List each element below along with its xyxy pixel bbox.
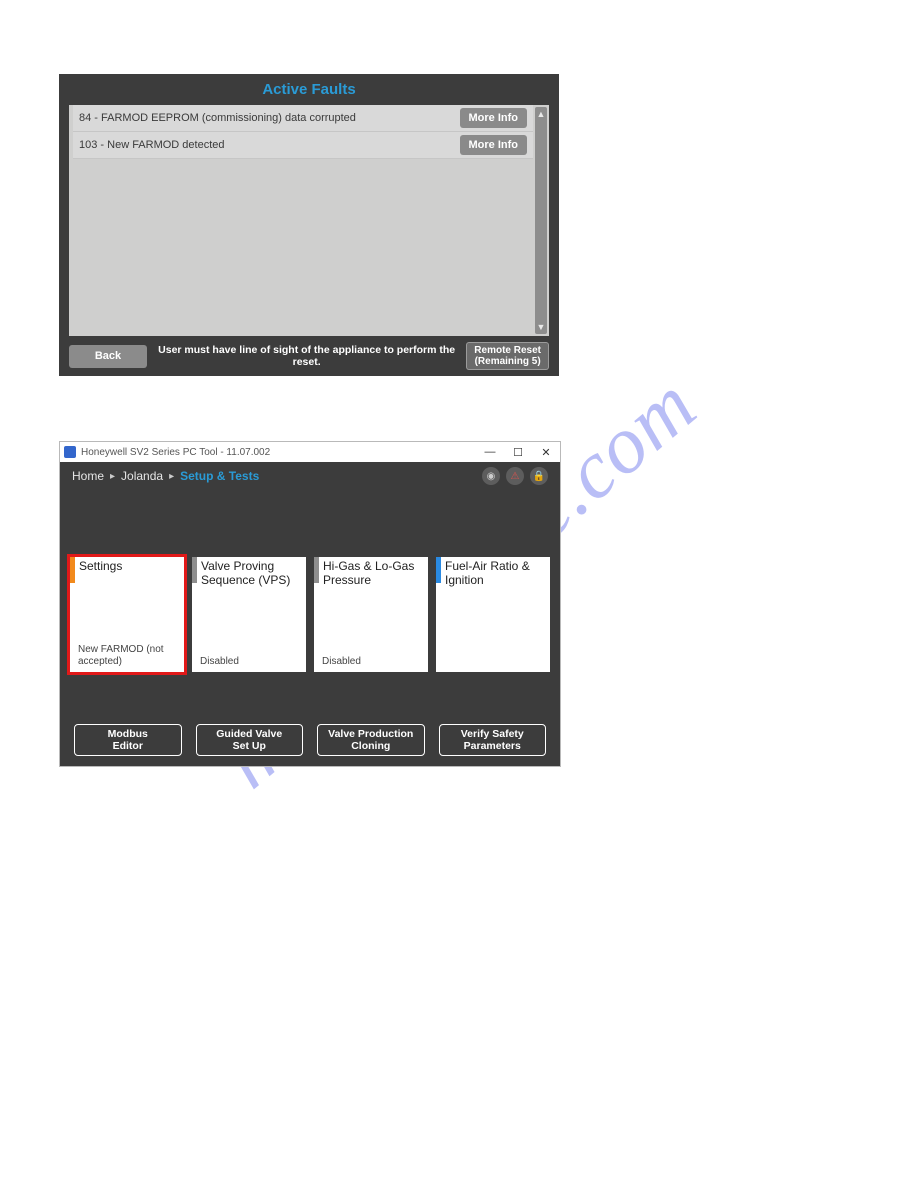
btn-line1: Verify Safety <box>461 728 524 740</box>
scroll-down-icon[interactable]: ▼ <box>535 320 547 334</box>
remote-reset-button[interactable]: Remote Reset (Remaining 5) <box>466 342 549 370</box>
guided-valve-setup-button[interactable]: Guided Valve Set Up <box>196 724 304 756</box>
card-title: Fuel-Air Ratio & Ignition <box>445 560 546 588</box>
reset-notice: User must have line of sight of the appl… <box>157 344 456 368</box>
modbus-editor-button[interactable]: Modbus Editor <box>74 724 182 756</box>
btn-line2: Parameters <box>464 740 521 752</box>
verify-safety-parameters-button[interactable]: Verify Safety Parameters <box>439 724 547 756</box>
panel-title: Active Faults <box>59 81 559 98</box>
fault-row: 84 - FARMOD EEPROM (commissioning) data … <box>73 105 533 132</box>
scrollbar[interactable]: ▲ ▼ <box>535 107 547 334</box>
card-accent <box>436 557 441 583</box>
card-accent <box>314 557 319 583</box>
scroll-up-icon[interactable]: ▲ <box>535 107 547 121</box>
card-accent <box>192 557 197 583</box>
btn-line2: Cloning <box>351 740 390 752</box>
fault-text: 103 - New FARMOD detected <box>79 139 460 151</box>
btn-line2: Editor <box>113 740 143 752</box>
remote-reset-line2: (Remaining 5) <box>475 356 541 367</box>
alert-icon[interactable]: ⚠ <box>506 467 524 485</box>
cards-row: Settings New FARMOD (not accepted) Valve… <box>70 557 550 672</box>
camera-icon[interactable]: ◉ <box>482 467 500 485</box>
card-fuel-air[interactable]: Fuel-Air Ratio & Ignition <box>436 557 550 672</box>
btn-line2: Set Up <box>233 740 266 752</box>
card-status: Disabled <box>200 656 302 668</box>
btn-line1: Modbus <box>108 728 148 740</box>
card-status: New FARMOD (not accepted) <box>78 644 180 667</box>
faults-list-container: 84 - FARMOD EEPROM (commissioning) data … <box>69 105 549 336</box>
minimize-button[interactable]: — <box>476 442 504 462</box>
lock-icon[interactable]: 🔒 <box>530 467 548 485</box>
btn-line1: Guided Valve <box>216 728 282 740</box>
more-info-button[interactable]: More Info <box>460 108 528 128</box>
valve-production-cloning-button[interactable]: Valve Production Cloning <box>317 724 425 756</box>
fault-text: 84 - FARMOD EEPROM (commissioning) data … <box>79 112 460 124</box>
panel-footer: Back User must have line of sight of the… <box>69 341 549 371</box>
breadcrumb-current: Setup & Tests <box>180 469 259 483</box>
card-title: Valve Proving Sequence (VPS) <box>201 560 302 588</box>
btn-line1: Valve Production <box>328 728 413 740</box>
window-title: Honeywell SV2 Series PC Tool - 11.07.002 <box>81 447 270 458</box>
chevron-right-icon: ▸ <box>169 471 174 482</box>
card-settings[interactable]: Settings New FARMOD (not accepted) <box>70 557 184 672</box>
card-title: Hi-Gas & Lo-Gas Pressure <box>323 560 424 588</box>
more-info-button[interactable]: More Info <box>460 135 528 155</box>
breadcrumb-home[interactable]: Home <box>72 469 104 483</box>
chevron-right-icon: ▸ <box>110 471 115 482</box>
window-titlebar: Honeywell SV2 Series PC Tool - 11.07.002… <box>60 442 560 463</box>
app-icon <box>64 446 76 458</box>
setup-tests-window: Honeywell SV2 Series PC Tool - 11.07.002… <box>59 441 561 767</box>
bottom-button-bar: Modbus Editor Guided Valve Set Up Valve … <box>74 724 546 756</box>
back-button[interactable]: Back <box>69 345 147 368</box>
window-body: Home ▸ Jolanda ▸ Setup & Tests ◉ ⚠ 🔒 Set… <box>60 462 560 766</box>
card-accent <box>70 557 75 583</box>
breadcrumb: Home ▸ Jolanda ▸ Setup & Tests ◉ ⚠ 🔒 <box>60 462 560 490</box>
card-status: Disabled <box>322 656 424 668</box>
maximize-button[interactable]: ☐ <box>504 442 532 462</box>
close-button[interactable]: ✕ <box>532 442 560 462</box>
active-faults-panel: Active Faults 84 - FARMOD EEPROM (commis… <box>59 74 559 376</box>
breadcrumb-device[interactable]: Jolanda <box>121 469 163 483</box>
card-gas-pressure[interactable]: Hi-Gas & Lo-Gas Pressure Disabled <box>314 557 428 672</box>
remote-reset-line1: Remote Reset <box>474 345 541 356</box>
card-vps[interactable]: Valve Proving Sequence (VPS) Disabled <box>192 557 306 672</box>
fault-row: 103 - New FARMOD detected More Info <box>73 132 533 159</box>
card-title: Settings <box>79 560 180 574</box>
